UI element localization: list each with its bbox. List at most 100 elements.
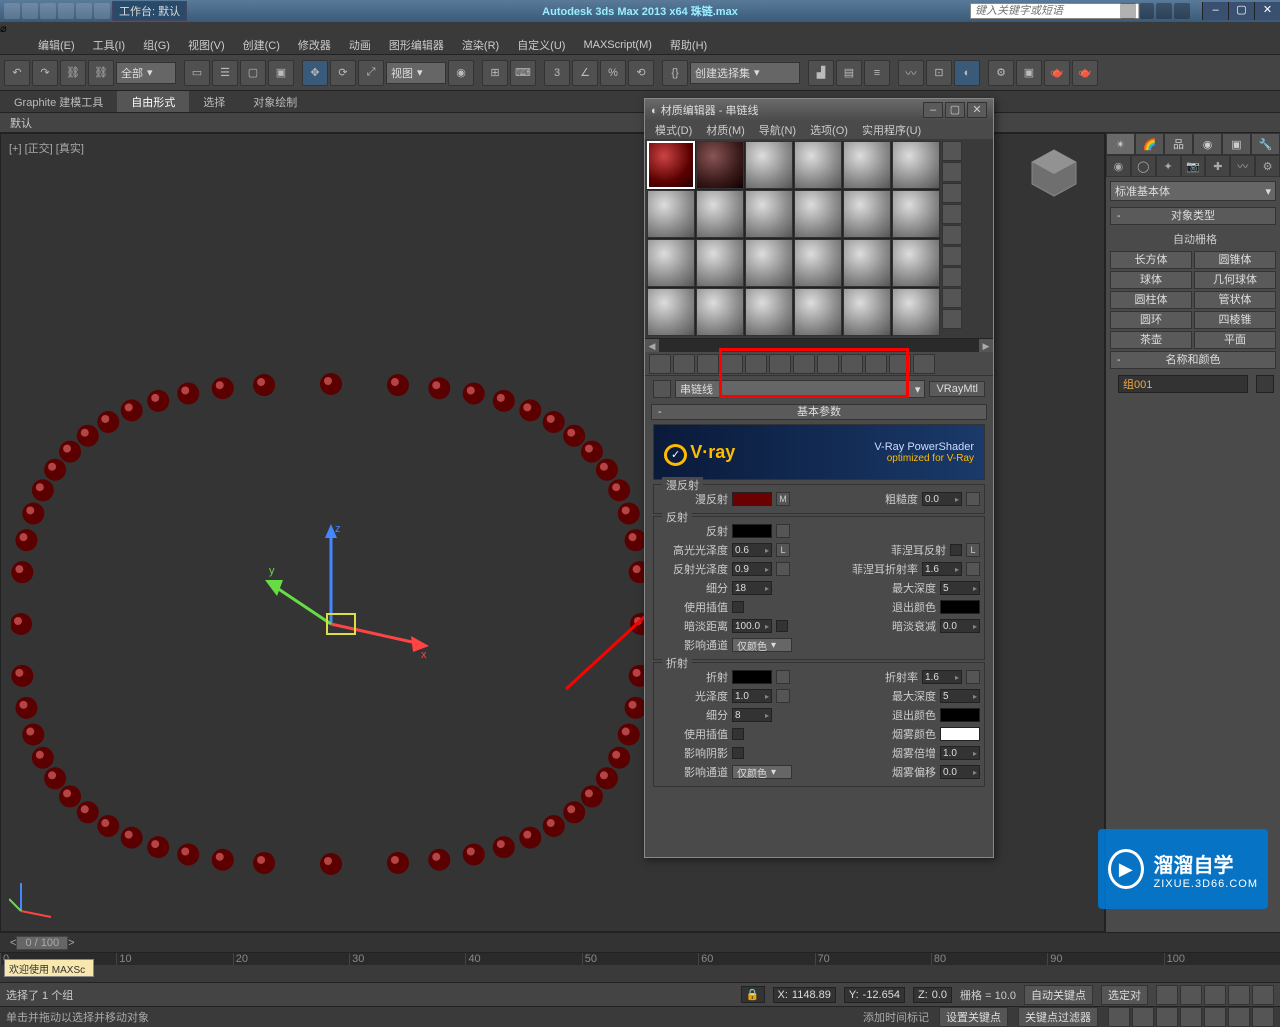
use-center-button[interactable]: ◉ <box>448 60 474 86</box>
undo-button[interactable]: ↶ <box>4 60 30 86</box>
coord-z-field[interactable]: 0.0 <box>932 989 947 1001</box>
exchange-icon[interactable] <box>1138 3 1154 19</box>
link-button[interactable]: ⛓ <box>60 60 86 86</box>
angle-snap-button[interactable]: ∠ <box>572 60 598 86</box>
mat-maximize-button[interactable]: ▢ <box>945 102 965 118</box>
minimize-button[interactable]: – <box>1202 2 1228 20</box>
redo-icon[interactable] <box>76 3 92 19</box>
go-parent-button[interactable] <box>889 354 911 374</box>
curve-editor-button[interactable]: 〰 <box>898 60 924 86</box>
render-frame-button[interactable]: ▣ <box>1016 60 1042 86</box>
named-selection-set[interactable]: 创建选择集 <box>690 62 800 84</box>
make-preview-button[interactable] <box>942 246 962 266</box>
zoom-all-button[interactable] <box>1132 1007 1154 1027</box>
material-slot-14[interactable] <box>696 239 744 287</box>
menu-customize[interactable]: 自定义(U) <box>509 35 573 55</box>
assign-selection-button[interactable] <box>697 354 719 374</box>
make-unique-button[interactable] <box>769 354 791 374</box>
fresnel-checkbox[interactable] <box>950 544 962 556</box>
new-icon[interactable] <box>4 3 20 19</box>
window-crossing-button[interactable]: ▣ <box>268 60 294 86</box>
dim-checkbox[interactable] <box>776 620 788 632</box>
menu-maxscript[interactable]: MAXScript(M) <box>575 37 659 53</box>
material-slot-24[interactable] <box>892 288 940 336</box>
backlight-button[interactable] <box>942 162 962 182</box>
diffuse-map-button[interactable]: M <box>776 492 790 506</box>
redo-button[interactable]: ↷ <box>32 60 58 86</box>
refr-gloss-spinner[interactable]: 1.0 <box>732 689 772 703</box>
create-tab[interactable]: ✴ <box>1106 133 1135 155</box>
render-prod-button[interactable]: 🫖 <box>1072 60 1098 86</box>
fog-color-swatch[interactable] <box>940 727 980 741</box>
mirror-button[interactable]: ▟ <box>808 60 834 86</box>
torus-button[interactable]: 圆环 <box>1110 311 1192 329</box>
link-icon[interactable] <box>94 3 110 19</box>
refl-gloss-spinner[interactable]: 0.9 <box>732 562 772 576</box>
material-slot-1[interactable] <box>647 141 695 189</box>
track-bar[interactable]: 0102030405060708090100 <box>0 952 1280 982</box>
pyramid-button[interactable]: 四棱锥 <box>1194 311 1276 329</box>
pan-button[interactable] <box>1204 1007 1226 1027</box>
dim-falloff-spinner[interactable]: 0.0 <box>940 619 980 633</box>
go-sibling-button[interactable] <box>913 354 935 374</box>
schematic-button[interactable]: ⊡ <box>926 60 952 86</box>
material-slot-11[interactable] <box>843 190 891 238</box>
refl-interp-checkbox[interactable] <box>732 601 744 613</box>
dim-distance-spinner[interactable]: 100.0 <box>732 619 772 633</box>
zoom-button[interactable] <box>1108 1007 1130 1027</box>
menu-modifiers[interactable]: 修改器 <box>290 35 339 55</box>
mat-menu-navigation[interactable]: 导航(N) <box>753 121 802 139</box>
diffuse-color-swatch[interactable] <box>732 492 772 506</box>
material-slot-10[interactable] <box>794 190 842 238</box>
snap-toggle-button[interactable]: 3 <box>544 60 570 86</box>
cylinder-button[interactable]: 圆柱体 <box>1110 291 1192 309</box>
rollout-object-type[interactable]: 对象类型 <box>1110 207 1276 225</box>
select-manipulate-button[interactable]: ⊞ <box>482 60 508 86</box>
ribbon-freeform[interactable]: 自由形式 <box>117 91 189 112</box>
coord-x-field[interactable]: 1148.89 <box>792 989 831 1001</box>
ref-coord-system[interactable]: 视图 <box>386 62 446 84</box>
ior-spinner[interactable]: 1.6 <box>922 670 962 684</box>
object-name-field[interactable]: 组001 <box>1118 375 1248 393</box>
lights-icon[interactable]: ✦ <box>1156 155 1181 177</box>
video-check-button[interactable] <box>942 225 962 245</box>
coord-y-field[interactable]: -12.654 <box>863 989 900 1001</box>
geometry-icon[interactable]: ◉ <box>1106 155 1131 177</box>
menu-grapheditors[interactable]: 图形编辑器 <box>381 35 452 55</box>
background-button[interactable] <box>942 183 962 203</box>
material-slot-5[interactable] <box>843 141 891 189</box>
hilight-gloss-spinner[interactable]: 0.6 <box>732 543 772 557</box>
material-slot-17[interactable] <box>843 239 891 287</box>
goto-end-button[interactable] <box>1252 985 1274 1005</box>
sample-type-button[interactable] <box>942 141 962 161</box>
lock-selection-button[interactable]: 🔒 <box>741 986 765 1003</box>
material-slot-3[interactable] <box>745 141 793 189</box>
material-name-combo[interactable]: 串链线▾ <box>675 380 925 398</box>
help-search-input[interactable] <box>970 3 1140 19</box>
material-slot-9[interactable] <box>745 190 793 238</box>
select-by-mat-button[interactable] <box>942 288 962 308</box>
hierarchy-tab[interactable]: 品 <box>1164 133 1193 155</box>
refl-gloss-map[interactable] <box>776 562 790 576</box>
material-slot-12[interactable] <box>892 190 940 238</box>
menu-create[interactable]: 创建(C) <box>235 35 288 55</box>
viewport-label[interactable]: [+] [正交] [真实] <box>9 140 84 156</box>
refr-interp-checkbox[interactable] <box>732 728 744 740</box>
spacewarps-icon[interactable]: 〰 <box>1230 155 1255 177</box>
motion-tab[interactable]: ◉ <box>1193 133 1222 155</box>
mat-menu-utilities[interactable]: 实用程序(U) <box>856 121 927 139</box>
material-slot-16[interactable] <box>794 239 842 287</box>
auto-key-button[interactable]: 自动关键点 <box>1024 985 1093 1005</box>
cameras-icon[interactable]: 📷 <box>1181 155 1206 177</box>
material-slot-23[interactable] <box>843 288 891 336</box>
fog-bias-spinner[interactable]: 0.0 <box>940 765 980 779</box>
menu-animation[interactable]: 动画 <box>341 35 379 55</box>
material-slot-15[interactable] <box>745 239 793 287</box>
put-library-button[interactable] <box>793 354 815 374</box>
align-button[interactable]: ▤ <box>836 60 862 86</box>
plane-button[interactable]: 平面 <box>1194 331 1276 349</box>
material-slot-6[interactable] <box>892 141 940 189</box>
cone-button[interactable]: 圆锥体 <box>1194 251 1276 269</box>
options-button[interactable] <box>942 267 962 287</box>
material-slot-20[interactable] <box>696 288 744 336</box>
